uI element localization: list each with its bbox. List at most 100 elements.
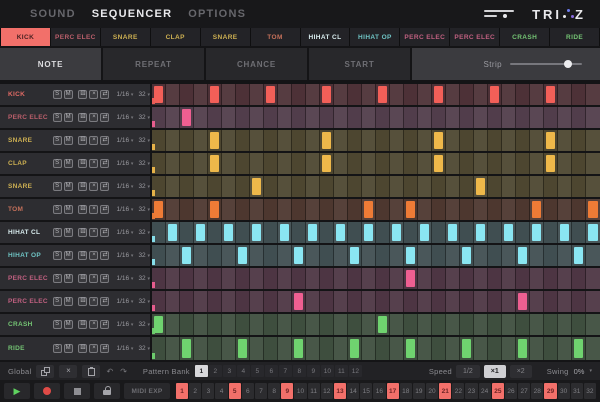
- step-cell[interactable]: [362, 291, 376, 312]
- step-cell[interactable]: [320, 130, 334, 151]
- step-cell[interactable]: [474, 176, 488, 197]
- step-cell[interactable]: [544, 268, 558, 289]
- step-cell[interactable]: [292, 268, 306, 289]
- rate-select[interactable]: 1/16 ▾: [116, 183, 133, 190]
- length-select[interactable]: 32 ▾: [138, 114, 150, 121]
- step-cell[interactable]: [404, 291, 418, 312]
- step-cell[interactable]: [586, 130, 600, 151]
- track-tab-crash[interactable]: CRASH: [500, 28, 549, 46]
- step-cell[interactable]: [292, 199, 306, 220]
- step-cell[interactable]: [446, 337, 460, 360]
- step-cell[interactable]: [516, 245, 530, 266]
- clear-icon[interactable]: ×: [89, 228, 98, 237]
- step-cell[interactable]: [194, 291, 208, 312]
- step-cell[interactable]: [320, 199, 334, 220]
- step-cell[interactable]: [404, 245, 418, 266]
- step-cell[interactable]: [334, 176, 348, 197]
- step-cell[interactable]: [278, 314, 292, 335]
- step-cell[interactable]: [530, 314, 544, 335]
- step-cell[interactable]: [432, 84, 446, 105]
- step-cell[interactable]: [544, 176, 558, 197]
- step-cell[interactable]: [474, 107, 488, 128]
- step-cell[interactable]: [432, 107, 446, 128]
- step-cell[interactable]: [376, 130, 390, 151]
- step-cell[interactable]: [586, 245, 600, 266]
- step-cell[interactable]: [404, 222, 418, 243]
- step-cell[interactable]: [348, 176, 362, 197]
- step-button-20[interactable]: 20: [426, 383, 438, 399]
- step-cell[interactable]: [530, 84, 544, 105]
- dice-icon[interactable]: ⚄: [78, 320, 87, 329]
- step-cell[interactable]: [292, 291, 306, 312]
- solo-button[interactable]: S: [53, 205, 62, 214]
- step-button-1[interactable]: 1: [176, 383, 188, 399]
- step-cell[interactable]: [306, 222, 320, 243]
- rate-select[interactable]: 1/16 ▾: [116, 321, 133, 328]
- step-cell[interactable]: [446, 153, 460, 174]
- solo-button[interactable]: S: [53, 251, 62, 260]
- step-cell[interactable]: [166, 176, 180, 197]
- step-cell[interactable]: [348, 314, 362, 335]
- step-cell[interactable]: [502, 199, 516, 220]
- step-cell[interactable]: [278, 130, 292, 151]
- step-cell[interactable]: [278, 153, 292, 174]
- step-cell[interactable]: [376, 199, 390, 220]
- step-cell[interactable]: [432, 130, 446, 151]
- step-cell[interactable]: [236, 199, 250, 220]
- step-cell[interactable]: [334, 314, 348, 335]
- step-cell[interactable]: [194, 337, 208, 360]
- solo-button[interactable]: S: [53, 90, 62, 99]
- step-cell[interactable]: [152, 268, 166, 289]
- swing-value[interactable]: 0%: [574, 367, 585, 376]
- step-cell[interactable]: [474, 245, 488, 266]
- solo-button[interactable]: S: [53, 297, 62, 306]
- step-cell[interactable]: [334, 222, 348, 243]
- step-cell[interactable]: [348, 245, 362, 266]
- clear-icon[interactable]: ×: [89, 113, 98, 122]
- step-button-28[interactable]: 28: [531, 383, 543, 399]
- rate-select[interactable]: 1/16 ▾: [116, 252, 133, 259]
- step-cell[interactable]: [376, 245, 390, 266]
- rate-select[interactable]: 1/16 ▾: [116, 206, 133, 213]
- step-cell[interactable]: [208, 268, 222, 289]
- step-cell[interactable]: [222, 153, 236, 174]
- step-cell[interactable]: [586, 337, 600, 360]
- step-cell[interactable]: [222, 222, 236, 243]
- step-cell[interactable]: [264, 245, 278, 266]
- step-cell[interactable]: [502, 268, 516, 289]
- step-cell[interactable]: [572, 222, 586, 243]
- step-cell[interactable]: [432, 153, 446, 174]
- step-cell[interactable]: [152, 176, 166, 197]
- step-cell[interactable]: [264, 291, 278, 312]
- step-cell[interactable]: [558, 314, 572, 335]
- rate-select[interactable]: 1/16 ▾: [116, 275, 133, 282]
- step-cell[interactable]: [460, 314, 474, 335]
- step-cell[interactable]: [320, 245, 334, 266]
- step-cell[interactable]: [418, 268, 432, 289]
- step-cell[interactable]: [180, 268, 194, 289]
- step-cell[interactable]: [376, 153, 390, 174]
- step-cell[interactable]: [222, 107, 236, 128]
- step-cell[interactable]: [404, 314, 418, 335]
- step-cell[interactable]: [292, 222, 306, 243]
- copy-button[interactable]: [36, 365, 54, 378]
- step-cell[interactable]: [432, 268, 446, 289]
- step-cell[interactable]: [572, 245, 586, 266]
- step-cell[interactable]: [474, 291, 488, 312]
- step-cell[interactable]: [460, 107, 474, 128]
- step-cell[interactable]: [208, 153, 222, 174]
- step-cell[interactable]: [320, 153, 334, 174]
- step-cell[interactable]: [306, 84, 320, 105]
- shuffle-icon[interactable]: ⇄: [100, 228, 109, 237]
- tab-note[interactable]: NOTE: [0, 48, 101, 80]
- step-cell[interactable]: [572, 176, 586, 197]
- step-button-4[interactable]: 4: [215, 383, 227, 399]
- step-cell[interactable]: [348, 222, 362, 243]
- step-cell[interactable]: [250, 84, 264, 105]
- step-cell[interactable]: [516, 130, 530, 151]
- mute-button[interactable]: M: [64, 159, 73, 168]
- step-cell[interactable]: [250, 222, 264, 243]
- play-button[interactable]: ▶: [4, 383, 30, 399]
- step-cell[interactable]: [488, 245, 502, 266]
- step-cell[interactable]: [516, 153, 530, 174]
